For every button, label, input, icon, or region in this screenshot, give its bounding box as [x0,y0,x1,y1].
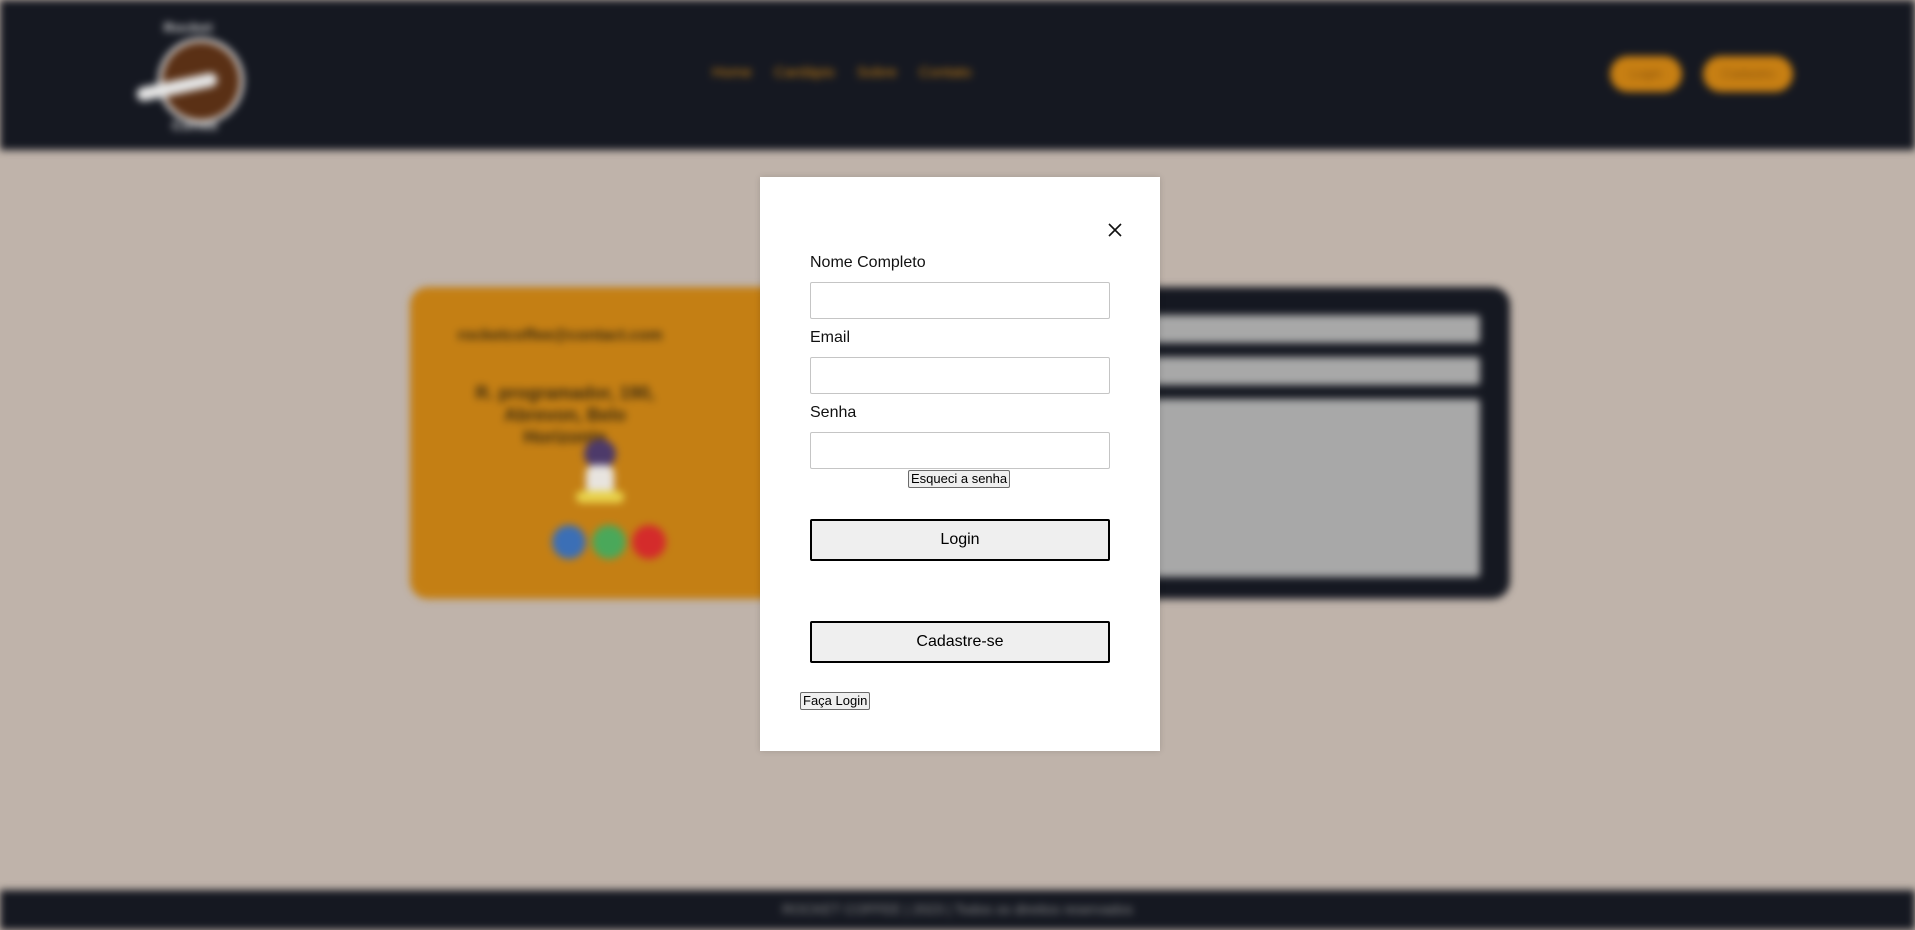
login-button[interactable]: Login [810,519,1110,561]
contact-form-card [1100,287,1510,599]
nav-item-menu[interactable]: Cardápio [774,64,835,81]
site-header: Rocket Coffee Home Cardápio Sobre Contat… [0,0,1915,150]
name-label: Nome Completo [810,254,926,271]
main-nav: Home Cardápio Sobre Contato [712,64,971,81]
close-icon [1108,223,1122,237]
contact-form-message[interactable] [1150,399,1480,577]
contact-form-field[interactable] [1150,315,1480,343]
header-signup-button[interactable]: Cadastro [1703,56,1793,92]
contact-address: R. programador, 190, Abrevon, Belo Horiz… [475,383,655,447]
nav-item-contact[interactable]: Contato [919,64,972,81]
name-input[interactable] [810,282,1110,319]
password-label: Senha [810,404,857,421]
nav-item-home[interactable]: Home [712,64,752,81]
logo-word-bottom: Coffee [172,118,219,133]
youtube-icon[interactable] [632,525,666,559]
logo: Rocket Coffee [135,20,258,135]
switch-to-login-button[interactable]: Faça Login [800,692,871,710]
header-login-button[interactable]: Login [1610,56,1682,92]
contact-card: rocketcoffee@contact.com R. programador,… [410,287,790,599]
password-input[interactable] [810,432,1110,469]
footer-text: ROCKET COFFEE | 2023 | Todos os direitos… [782,901,1133,917]
forgot-password-button[interactable]: Esqueci a senha [908,470,1011,488]
logo-word-top: Rocket [164,20,214,35]
signup-button[interactable]: Cadastre-se [810,621,1110,663]
whatsapp-icon[interactable] [592,525,626,559]
contact-form-field[interactable] [1150,357,1480,385]
site-footer: ROCKET COFFEE | 2023 | Todos os direitos… [0,890,1915,930]
close-button[interactable] [1100,215,1130,245]
astronaut-illustration [572,439,626,505]
email-label: Email [810,329,851,346]
contact-email: rocketcoffee@contact.com [457,327,663,344]
nav-item-about[interactable]: Sobre [857,64,897,81]
facebook-icon[interactable] [552,525,586,559]
email-input[interactable] [810,357,1110,394]
signup-modal: Nome Completo Email Senha Esqueci a senh… [760,177,1160,751]
